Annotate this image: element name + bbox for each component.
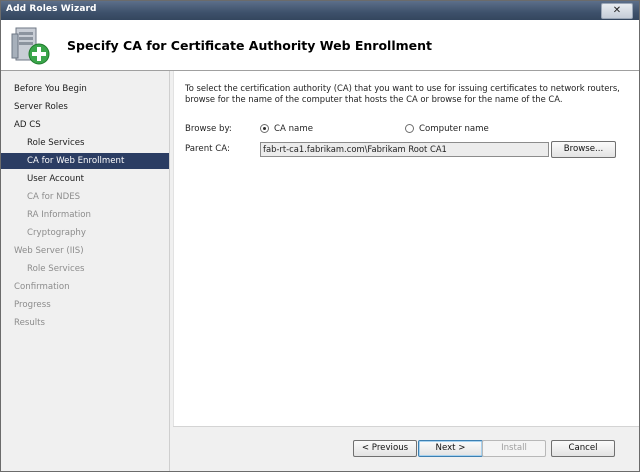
parent-ca-label: Parent CA:	[185, 144, 230, 154]
nav-step-ad-cs-role-services[interactable]: Role Services	[27, 135, 164, 151]
nav-step-ad-cs[interactable]: AD CS	[14, 117, 164, 133]
browse-by-label: Browse by:	[185, 124, 232, 134]
nav-step-ca-for-ndes: CA for NDES	[27, 192, 81, 202]
wizard-header: Specify CA for Certificate Authority Web…	[1, 20, 639, 71]
server-add-icon	[11, 27, 50, 65]
wizard-footer: < Previous Next > Install Cancel	[173, 426, 639, 471]
close-button[interactable]: ✕	[601, 3, 633, 19]
cancel-button[interactable]: Cancel	[551, 440, 615, 457]
nav-step-server-roles[interactable]: Server Roles	[14, 99, 164, 115]
add-roles-wizard-window: Add Roles Wizard ✕ Specify CA for Certif…	[0, 0, 640, 472]
ca-name-radio[interactable]	[260, 124, 269, 133]
nav-step-results: Results	[14, 318, 46, 328]
nav-step-before-you-begin[interactable]: Before You Begin	[14, 81, 164, 97]
window-title: Add Roles Wizard	[6, 4, 97, 14]
parent-ca-field[interactable]: fab-rt-ca1.fabrikam.com\Fabrikam Root CA…	[260, 142, 549, 157]
wizard-steps-nav: Before You Begin Server Roles AD CS Role…	[1, 71, 170, 471]
install-button: Install	[482, 440, 546, 457]
computer-name-radio-label[interactable]: Computer name	[419, 124, 489, 134]
ca-name-radio-label[interactable]: CA name	[274, 124, 313, 134]
nav-step-web-server-iis: Web Server (IIS)	[14, 246, 84, 256]
nav-step-cryptography: Cryptography	[27, 228, 86, 238]
nav-step-progress: Progress	[14, 300, 51, 310]
nav-step-confirmation: Confirmation	[14, 282, 70, 292]
instruction-text: To select the certification authority (C…	[185, 83, 620, 104]
nav-step-ra-information: RA Information	[27, 210, 91, 220]
computer-name-radio[interactable]	[405, 124, 414, 133]
nav-step-iis-role-services: Role Services	[27, 264, 85, 274]
wizard-content: To select the certification authority (C…	[173, 71, 639, 426]
nav-step-ca-for-web-enrollment[interactable]: CA for Web Enrollment	[1, 153, 169, 169]
close-icon: ✕	[612, 5, 622, 16]
title-bar[interactable]: Add Roles Wizard ✕	[1, 1, 639, 20]
next-button[interactable]: Next >	[418, 440, 483, 457]
page-title: Specify CA for Certificate Authority Web…	[67, 38, 433, 53]
browse-button[interactable]: Browse...	[551, 141, 616, 158]
previous-button[interactable]: < Previous	[353, 440, 417, 457]
nav-step-user-account[interactable]: User Account	[27, 171, 164, 187]
